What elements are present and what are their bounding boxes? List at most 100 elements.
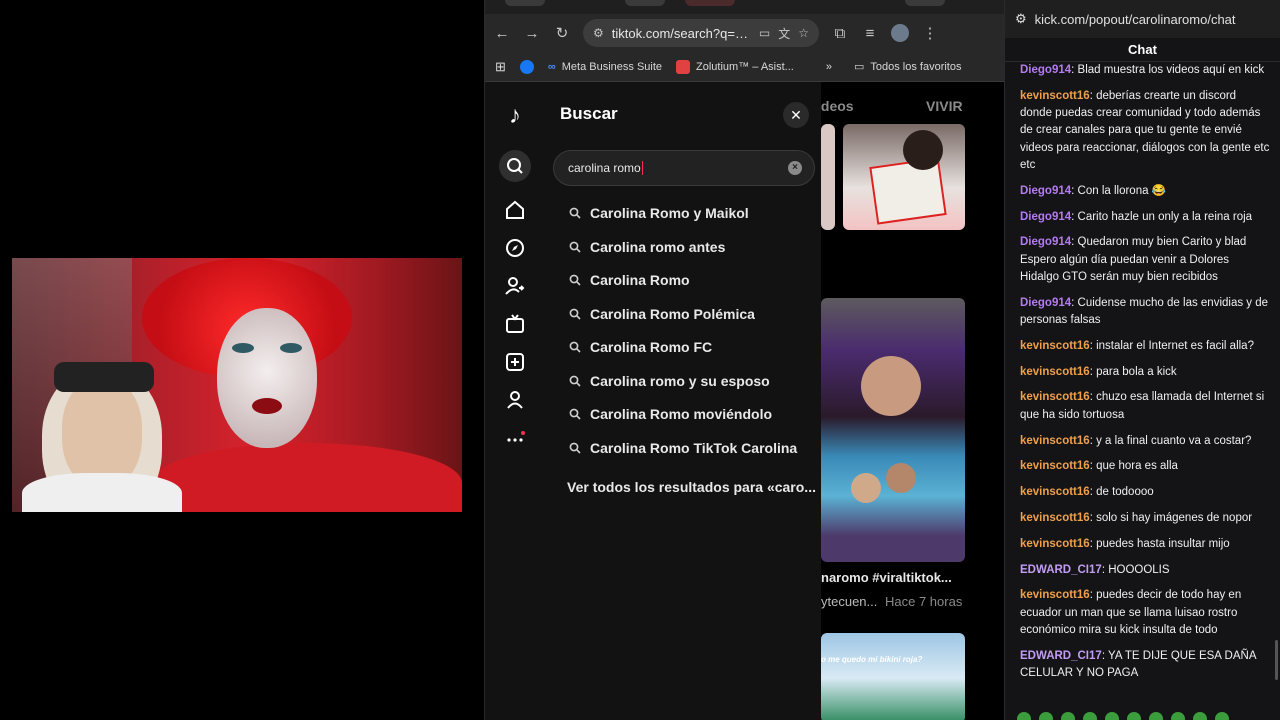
chat-username[interactable]: Diego914	[1020, 211, 1071, 223]
search-input[interactable]: carolina romo ×	[553, 150, 815, 186]
chat-username[interactable]: kevinscott16	[1020, 435, 1090, 447]
more-bookmarks-icon[interactable]: »	[826, 61, 832, 73]
chat-text: puedes hasta insultar mijo	[1096, 537, 1230, 550]
suggestion-item[interactable]: Carolina romo y su esposo	[569, 373, 770, 389]
chat-username[interactable]: EDWARD_CI17	[1020, 564, 1102, 576]
chat-username[interactable]: Diego914	[1020, 297, 1071, 309]
browser-tab[interactable]	[905, 0, 945, 6]
tiktok-logo[interactable]: ♪	[501, 102, 529, 130]
suggestion-item[interactable]: Carolina Romo	[569, 272, 690, 288]
emote-icon[interactable]	[1061, 712, 1075, 720]
emote-icon[interactable]	[1171, 712, 1185, 720]
live-icon[interactable]	[499, 308, 531, 340]
emote-icon[interactable]	[1039, 712, 1053, 720]
site-info-icon[interactable]: ⚙	[593, 26, 604, 40]
all-favorites[interactable]: ▭ Todos los favoritos	[854, 60, 962, 74]
chat-message: kevinscott16: solo si hay imágenes de no…	[1020, 510, 1270, 527]
suggestion-label: Carolina romo antes	[590, 238, 726, 255]
chat-url[interactable]: kick.com/popout/carolinaromo/chat	[1035, 12, 1236, 27]
chat-scrollbar[interactable]	[1275, 640, 1278, 680]
result-thumbnail[interactable]: o me quedo mi bikini roja?	[821, 633, 965, 720]
emote-icon[interactable]	[1127, 712, 1141, 720]
suggestion-item[interactable]: Carolina Romo Polémica	[569, 306, 755, 322]
result-thumbnail[interactable]	[821, 298, 965, 562]
bookmark-label: Zolutium™ – Asist...	[696, 60, 794, 73]
media-control-icon[interactable]: ≡	[861, 24, 879, 42]
chat-username[interactable]: kevinscott16	[1020, 391, 1090, 403]
tab-videos[interactable]: ideos	[821, 98, 854, 114]
emote-row	[1017, 712, 1257, 720]
emote-icon[interactable]	[1105, 712, 1119, 720]
search-nav-icon[interactable]	[499, 150, 531, 182]
profile-icon[interactable]	[499, 384, 531, 416]
suggestion-item[interactable]: Carolina Romo moviéndolo	[569, 406, 772, 422]
chat-username[interactable]: kevinscott16	[1020, 460, 1090, 472]
url-field[interactable]: ⚙ tiktok.com/search?q=c... ▭ 文 ☆	[583, 19, 819, 47]
screen: ← → ↻ ⚙ tiktok.com/search?q=c... ▭ 文 ☆ ⧉…	[0, 0, 1280, 720]
site-settings-icon[interactable]: ⚙	[1015, 11, 1027, 27]
suggestion-label: Carolina romo y su esposo	[590, 372, 770, 389]
chat-username[interactable]: EDWARD_CI17	[1020, 650, 1102, 662]
chat-username[interactable]: Diego914	[1020, 64, 1071, 76]
see-all-results-link[interactable]: Ver todos los resultados para «caro...	[567, 479, 816, 495]
install-app-icon[interactable]: ▭	[759, 26, 770, 40]
chat-text: Carito hazle un only a la reina roja	[1077, 210, 1253, 223]
search-icon	[569, 274, 581, 286]
chat-text: que hora es alla	[1096, 460, 1178, 473]
upload-icon[interactable]	[499, 346, 531, 378]
chat-username[interactable]: Diego914	[1020, 185, 1071, 197]
bookmark-meta[interactable]: ∞ Meta Business Suite	[548, 61, 662, 73]
emote-icon[interactable]	[1017, 712, 1031, 720]
extensions-icon[interactable]: ⧉	[831, 24, 849, 42]
result-caption[interactable]: naromo #viraltiktok...	[821, 570, 952, 585]
chat-message: EDWARD_CI17: YA TE DIJE QUE ESA DAÑA CEL…	[1020, 648, 1270, 683]
chat-text: de todoooo	[1096, 486, 1154, 499]
search-input-value: carolina romo	[568, 161, 641, 175]
menu-icon[interactable]: ⋮	[921, 24, 939, 42]
bookmark-zolutium[interactable]: Zolutium™ – Asist...	[676, 59, 794, 74]
chat-username[interactable]: kevinscott16	[1020, 512, 1090, 524]
chat-message: Diego914: Carito hazle un only a la rein…	[1020, 209, 1270, 226]
emote-icon[interactable]	[1193, 712, 1207, 720]
home-icon[interactable]	[499, 194, 531, 226]
forward-icon[interactable]: →	[523, 24, 541, 42]
address-bar: ← → ↻ ⚙ tiktok.com/search?q=c... ▭ 文 ☆ ⧉…	[485, 14, 1004, 52]
profile-avatar[interactable]	[891, 24, 909, 42]
chat-username[interactable]: kevinscott16	[1020, 340, 1090, 352]
suggestion-item[interactable]: Carolina Romo TikTok Carolina	[569, 440, 797, 456]
result-author[interactable]: ytecuen...	[821, 594, 877, 609]
explore-icon[interactable]	[499, 232, 531, 264]
chat-username[interactable]: kevinscott16	[1020, 366, 1090, 378]
suggestion-item[interactable]: Carolina romo antes	[569, 239, 725, 255]
text-cursor	[641, 161, 643, 175]
reload-icon[interactable]: ↻	[553, 24, 571, 42]
chat-text: instalar el Internet es facil alla?	[1096, 339, 1254, 352]
clear-search-icon[interactable]: ×	[788, 161, 802, 175]
chat-username[interactable]: kevinscott16	[1020, 90, 1090, 102]
suggestion-item[interactable]: Carolina Romo y Maikol	[569, 205, 749, 221]
browser-tab[interactable]	[505, 0, 545, 6]
chat-username[interactable]: Diego914	[1020, 236, 1071, 248]
browser-tab[interactable]	[685, 0, 735, 6]
result-thumbnail[interactable]	[821, 124, 835, 230]
result-thumbnail[interactable]	[843, 124, 965, 230]
following-icon[interactable]	[499, 270, 531, 302]
emote-icon[interactable]	[1215, 712, 1229, 720]
suggestion-item[interactable]: Carolina Romo FC	[569, 339, 712, 355]
search-icon	[569, 308, 581, 320]
chat-username[interactable]: kevinscott16	[1020, 589, 1090, 601]
chat-username[interactable]: kevinscott16	[1020, 486, 1090, 498]
emote-icon[interactable]	[1083, 712, 1097, 720]
apps-grid-icon[interactable]: ⊞	[495, 59, 506, 75]
back-icon[interactable]: ←	[493, 24, 511, 42]
bookmark-star-icon[interactable]: ☆	[798, 26, 809, 40]
close-search-button[interactable]: ✕	[783, 102, 809, 128]
browser-tab[interactable]	[625, 0, 665, 6]
facebook-icon[interactable]	[519, 59, 534, 74]
chat-text: solo si hay imágenes de nopor	[1096, 511, 1253, 524]
translate-icon[interactable]: 文	[778, 25, 790, 42]
emote-icon[interactable]	[1149, 712, 1163, 720]
more-icon[interactable]	[499, 422, 531, 454]
chat-username[interactable]: kevinscott16	[1020, 538, 1090, 550]
tab-live[interactable]: VIVIR	[926, 98, 963, 114]
